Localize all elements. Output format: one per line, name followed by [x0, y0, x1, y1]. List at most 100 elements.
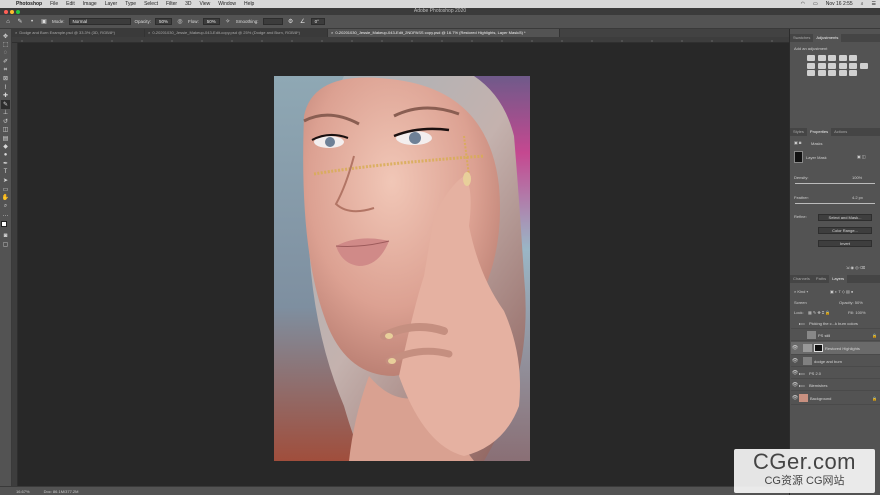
layer-mask-thumb[interactable] — [794, 151, 803, 163]
blur-tool-icon[interactable]: ◆ — [1, 143, 10, 152]
menu-window[interactable]: Window — [214, 1, 240, 7]
control-center-icon[interactable]: ☰ — [868, 1, 880, 7]
color-range-button[interactable]: Color Range... — [818, 227, 872, 234]
clock[interactable]: Nov 16 2:55 — [822, 1, 857, 7]
channel-mixer-icon[interactable] — [849, 62, 857, 69]
gradient-tool-icon[interactable]: ▤ — [1, 134, 10, 143]
mask-action-icons[interactable]: ⇲ ◉ ◎ ⌫ — [846, 265, 865, 270]
tab-swatches[interactable]: Swatches — [790, 34, 813, 42]
menu-select[interactable]: Select — [140, 1, 162, 7]
spot-healing-tool-icon[interactable]: ✚ — [1, 92, 10, 101]
minimize-window-icon[interactable] — [10, 9, 14, 14]
history-brush-tool-icon[interactable]: ↺ — [1, 117, 10, 126]
invert-icon[interactable] — [807, 70, 815, 76]
shape-tool-icon[interactable]: ▭ — [1, 185, 10, 194]
eye-icon[interactable]: 👁 — [791, 345, 799, 351]
feather-value[interactable]: 4.2 px — [852, 195, 863, 200]
search-icon[interactable]: ⌕ — [857, 1, 868, 7]
layer-row-selected[interactable]: 👁 Restored Highlights — [791, 342, 880, 355]
angle-icon[interactable]: ∠ — [299, 18, 307, 26]
layer-row[interactable]: 👁 Background 🔒 — [791, 392, 880, 405]
brush-size-picker-icon[interactable]: • — [28, 18, 36, 26]
color-lookup-icon[interactable] — [859, 62, 868, 69]
close-tab-icon[interactable]: × — [148, 30, 150, 35]
screen-mode-icon[interactable]: ▢ — [1, 241, 10, 250]
tab-doc-3[interactable]: × 0-20201030_Jessie_Makeup-043-Edit_2NDPA… — [328, 29, 560, 37]
close-tab-icon[interactable]: × — [15, 30, 17, 35]
threshold-icon[interactable] — [828, 70, 836, 76]
select-and-mask-button[interactable]: Select and Mask... — [818, 214, 872, 221]
brush-tool-icon[interactable]: ✎ — [16, 18, 24, 26]
menu-layer[interactable]: Layer — [101, 1, 122, 7]
foreground-color[interactable] — [0, 221, 7, 227]
invert-button[interactable]: Invert — [818, 240, 872, 247]
curves-icon[interactable] — [828, 55, 836, 61]
path-select-tool-icon[interactable]: ➤ — [1, 177, 10, 186]
color-swatches[interactable] — [0, 221, 11, 232]
more-tools-icon[interactable]: … — [1, 211, 10, 220]
kind-filter[interactable]: ⌕ Kind ▾ — [794, 289, 808, 294]
layer-opacity[interactable]: Opacity: 50% — [839, 300, 863, 305]
flow-field[interactable]: 50% — [202, 18, 220, 25]
pressure-opacity-icon[interactable]: ◎ — [176, 18, 184, 26]
menu-edit[interactable]: Edit — [62, 1, 79, 7]
tab-doc-1[interactable]: × Dodge and Burn Example.psd @ 33.3% (3D,… — [12, 29, 145, 37]
photo-filter-icon[interactable] — [838, 62, 847, 69]
layer-row[interactable]: PS still 🔒 — [791, 330, 880, 341]
dodge-tool-icon[interactable]: ● — [1, 151, 10, 160]
tab-layers[interactable]: Layers — [829, 275, 848, 283]
quick-mask-icon[interactable]: ◙ — [1, 232, 10, 241]
pen-tool-icon[interactable]: ✒ — [1, 160, 10, 169]
marquee-tool-icon[interactable]: ⬚ — [1, 41, 10, 50]
crop-tool-icon[interactable]: ⌗ — [1, 66, 10, 75]
eye-icon[interactable]: 👁 — [791, 358, 799, 364]
zoom-tool-icon[interactable]: ⌕ — [1, 202, 10, 211]
tab-styles[interactable]: Styles — [790, 128, 807, 136]
density-value[interactable]: 100% — [852, 175, 862, 180]
menu-3d[interactable]: 3D — [181, 1, 195, 7]
zoom-window-icon[interactable] — [16, 9, 20, 14]
eye-icon[interactable]: 👁 — [791, 382, 799, 388]
document-image[interactable] — [274, 76, 530, 461]
layer-row[interactable]: ▸▭ Picking the c...k burn colors — [791, 318, 880, 329]
menu-type[interactable]: Type — [121, 1, 140, 7]
angle-field[interactable]: 0° — [310, 18, 325, 25]
close-window-icon[interactable] — [4, 9, 8, 14]
color-balance-icon[interactable] — [817, 62, 826, 69]
eye-icon[interactable]: 👁 — [791, 395, 799, 401]
wifi-icon[interactable]: ◠ — [797, 1, 809, 7]
lasso-tool-icon[interactable]: ◌ — [1, 49, 10, 58]
tab-adjustments[interactable]: Adjustments — [813, 34, 842, 42]
exposure-icon[interactable] — [838, 55, 847, 61]
tab-channels[interactable]: Channels — [790, 275, 813, 283]
layer-fill[interactable]: Fill: 100% — [848, 310, 866, 315]
frame-tool-icon[interactable]: ⊠ — [1, 75, 10, 84]
eye-icon[interactable]: 👁 — [791, 370, 799, 376]
type-tool-icon[interactable]: T — [1, 168, 10, 177]
menu-file[interactable]: File — [46, 1, 62, 7]
brush-settings-icon[interactable]: ▣ — [40, 18, 48, 26]
app-menu[interactable]: Photoshop — [12, 1, 46, 7]
blend-mode-select[interactable]: Screen — [794, 300, 807, 305]
hue-saturation-icon[interactable] — [807, 62, 815, 69]
layer-row[interactable]: 👁 ▸▭ PS 2.0 — [791, 368, 880, 379]
mode-select[interactable]: Normal — [68, 18, 131, 25]
clone-stamp-tool-icon[interactable]: ⊥ — [1, 109, 10, 118]
brush-tool-icon[interactable]: ✎ — [1, 100, 10, 109]
close-tab-icon[interactable]: × — [331, 30, 333, 35]
menu-filter[interactable]: Filter — [162, 1, 181, 7]
feather-slider[interactable] — [795, 203, 875, 204]
hand-tool-icon[interactable]: ✋ — [1, 194, 10, 203]
doc-size[interactable]: Doc: 86.1M/377.2M — [44, 489, 79, 494]
menu-image[interactable]: Image — [79, 1, 101, 7]
mask-mode-icons[interactable]: ▣ ◫ — [857, 154, 866, 159]
battery-icon[interactable]: ▭ — [809, 1, 822, 7]
eraser-tool-icon[interactable]: ◫ — [1, 126, 10, 135]
quick-select-tool-icon[interactable]: ✐ — [1, 58, 10, 67]
tab-properties[interactable]: Properties — [806, 128, 832, 136]
zoom-level[interactable]: 16.67% — [16, 489, 30, 494]
move-tool-icon[interactable]: ✥ — [1, 32, 10, 41]
smoothing-field[interactable] — [262, 18, 283, 25]
opacity-field[interactable]: 50% — [155, 18, 173, 25]
levels-icon[interactable] — [817, 55, 826, 61]
